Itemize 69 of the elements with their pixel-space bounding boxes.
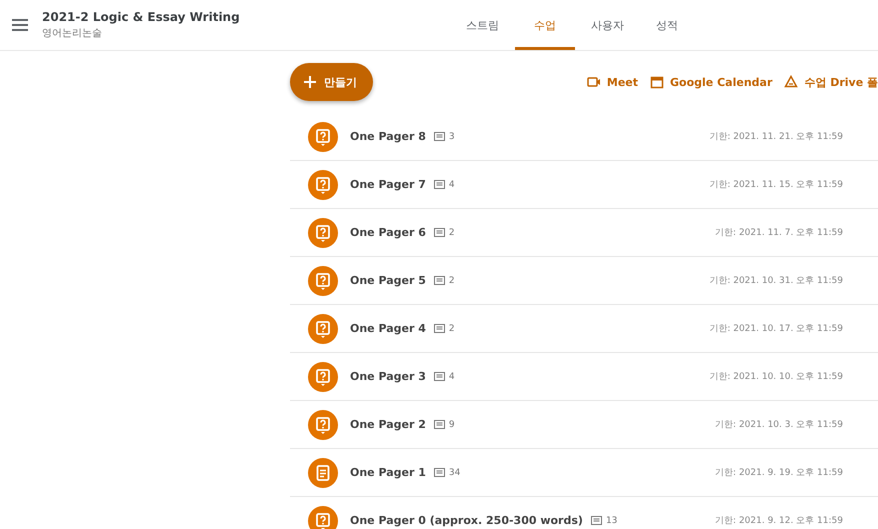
assignment-row[interactable]: One Pager 7 4 기한: 2021. 11. 15. 오후 11:59 <box>290 161 878 209</box>
tab[interactable]: 사용자 <box>575 0 640 50</box>
comment-icon <box>434 468 445 478</box>
comment-icon <box>434 228 445 238</box>
due-date: 기한: 2021. 10. 3. 오후 11:59 <box>715 419 843 431</box>
assignment-title: One Pager 4 <box>350 322 426 335</box>
question-icon <box>308 218 338 248</box>
assignment-row[interactable]: One Pager 3 4 기한: 2021. 10. 10. 오후 11:59 <box>290 353 878 401</box>
triangle-icon <box>784 75 798 89</box>
comment-icon <box>590 516 602 526</box>
comment-icon <box>434 276 445 286</box>
assignment-title: One Pager 1 <box>350 466 426 479</box>
plus-icon <box>304 76 316 88</box>
assignment-title: One Pager 5 <box>350 274 426 287</box>
assignment-title: One Pager 3 <box>350 370 426 383</box>
create-button[interactable]: 만들기 <box>290 63 373 101</box>
due-date: 기한: 2021. 11. 7. 오후 11:59 <box>715 227 843 239</box>
question-icon <box>308 314 338 344</box>
comment-icon <box>434 180 445 190</box>
comment-count: 2 <box>448 276 455 286</box>
comment-count: 34 <box>448 468 460 478</box>
tab[interactable]: 성적 <box>640 0 694 50</box>
link[interactable]: 수업 Drive 폴 <box>784 74 878 90</box>
assignment-row[interactable]: One Pager 5 2 기한: 2021. 10. 31. 오후 11:59 <box>290 257 878 305</box>
comment-count: 9 <box>448 420 455 430</box>
assignment-title: One Pager 8 <box>350 130 426 143</box>
tab[interactable]: 스트림 <box>450 0 515 50</box>
due-date: 기한: 2021. 10. 31. 오후 11:59 <box>709 275 843 287</box>
link[interactable]: Meet <box>586 74 638 90</box>
comment-count: 4 <box>448 372 455 382</box>
question-icon <box>308 506 338 529</box>
question-icon <box>308 266 338 296</box>
comment-count: 13 <box>606 516 618 526</box>
calendar-icon <box>650 75 664 89</box>
due-date: 기한: 2021. 10. 10. 오후 11:59 <box>709 371 843 383</box>
due-date: 기한: 2021. 9. 19. 오후 11:59 <box>715 467 843 479</box>
due-date: 기한: 2021. 11. 15. 오후 11:59 <box>709 179 843 191</box>
assignment-row[interactable]: One Pager 6 2 기한: 2021. 11. 7. 오후 11:59 <box>290 209 878 257</box>
assignment-row[interactable]: One Pager 4 2 기한: 2021. 10. 17. 오후 11:59 <box>290 305 878 353</box>
menu-icon[interactable] <box>12 19 28 31</box>
class-subtitle: 영어논리논술 <box>42 27 103 40</box>
assignment-row[interactable]: One Pager 2 9 기한: 2021. 10. 3. 오후 11:59 <box>290 401 878 449</box>
clipboard-icon <box>308 458 338 488</box>
comment-count: 4 <box>448 180 455 190</box>
assignment-title: One Pager 0 (approx. 250-300 words) <box>350 514 583 527</box>
question-icon <box>308 122 338 152</box>
video-icon <box>586 75 601 89</box>
comment-icon <box>434 372 445 382</box>
assignment-row[interactable]: One Pager 8 3 기한: 2021. 11. 21. 오후 11:59 <box>290 113 878 161</box>
comment-icon <box>434 420 445 430</box>
tab[interactable]: 수업 <box>515 0 575 50</box>
link[interactable]: Google Calendar <box>650 74 772 90</box>
assignment-row[interactable]: One Pager 1 34 기한: 2021. 9. 19. 오후 11:59 <box>290 449 878 497</box>
due-date: 기한: 2021. 10. 17. 오후 11:59 <box>709 323 843 335</box>
comment-count: 3 <box>448 132 455 142</box>
assignment-title: One Pager 2 <box>350 418 426 431</box>
assignment-title: One Pager 7 <box>350 178 426 191</box>
comment-count: 2 <box>448 228 455 238</box>
comment-icon <box>434 324 445 334</box>
assignment-title: One Pager 6 <box>350 226 426 239</box>
due-date: 기한: 2021. 11. 21. 오후 11:59 <box>709 131 843 143</box>
comment-icon <box>434 132 445 142</box>
due-date: 기한: 2021. 9. 12. 오후 11:59 <box>715 515 843 527</box>
question-icon <box>308 170 338 200</box>
question-icon <box>308 362 338 392</box>
assignment-row[interactable]: One Pager 0 (approx. 250-300 words) 13 기한: 2021. 9. 12. 오후 11:59 <box>290 497 878 529</box>
question-icon <box>308 410 338 440</box>
comment-count: 2 <box>448 324 455 334</box>
class-title: 2021-2 Logic & Essay Writing <box>42 10 240 24</box>
